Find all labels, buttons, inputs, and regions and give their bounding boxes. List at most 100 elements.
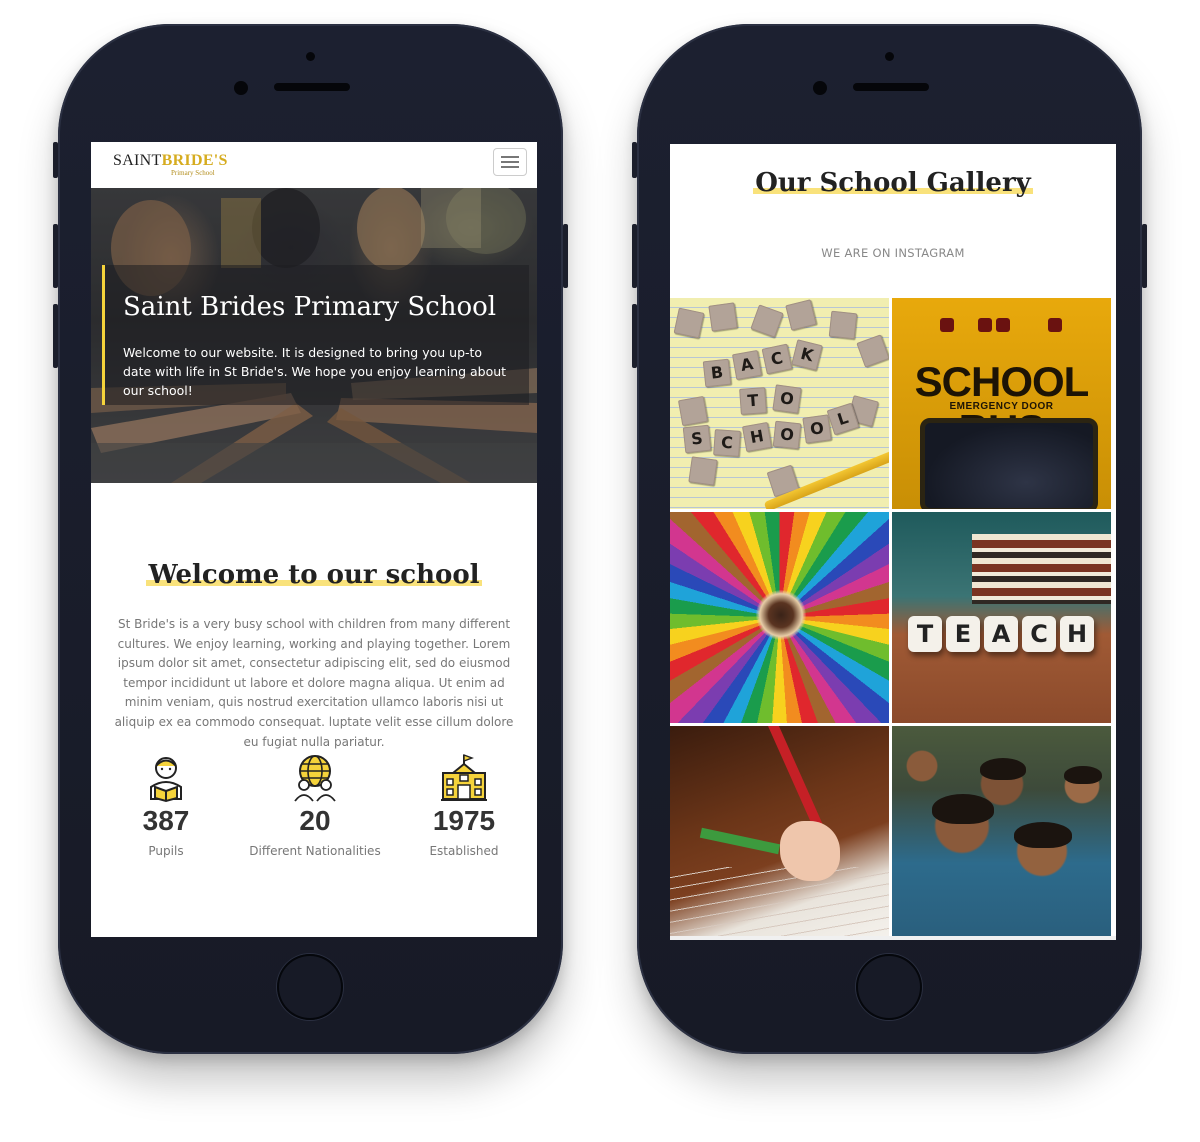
front-sensor bbox=[306, 52, 315, 61]
pencil-tips-center bbox=[756, 590, 806, 640]
hero-title: Saint Brides Primary School bbox=[123, 292, 497, 322]
stat-pupils: 387 Pupils bbox=[91, 753, 241, 858]
front-camera bbox=[234, 81, 248, 95]
scrabble-tile bbox=[677, 395, 709, 427]
scrabble-letter-tile: O bbox=[802, 414, 832, 444]
phone-mockup-left: SAINTBRIDE'S Primary School Saint Brides… bbox=[53, 24, 568, 1054]
front-sensor bbox=[885, 52, 894, 61]
scrabble-letter: C bbox=[720, 432, 734, 453]
stat-label: Different Nationalities bbox=[249, 844, 381, 858]
letter-die: A bbox=[984, 616, 1018, 652]
scrabble-letter-tile: O bbox=[772, 420, 802, 450]
scrabble-letter: K bbox=[798, 343, 816, 366]
logo-text-brides: BRIDE'S bbox=[161, 152, 228, 169]
child-hair bbox=[932, 794, 994, 824]
bus-light bbox=[1048, 318, 1062, 332]
child-hair bbox=[980, 758, 1026, 780]
stat-established: 1975 Established bbox=[389, 753, 537, 858]
logo-text-saint: SAINT bbox=[113, 152, 162, 169]
stat-value: 1975 bbox=[432, 805, 496, 836]
green-pencils bbox=[699, 827, 781, 855]
scrabble-letter: O bbox=[808, 418, 825, 439]
bus-emergency-text: EMERGENCY DOOR bbox=[949, 401, 1054, 412]
hamburger-icon-bar bbox=[501, 156, 519, 158]
scrabble-letter: O bbox=[779, 388, 796, 409]
hamburger-icon-bar bbox=[501, 161, 519, 163]
welcome-section: Welcome to our school St Bride's is a ve… bbox=[91, 483, 537, 937]
scrabble-letter-tile: C bbox=[761, 343, 793, 375]
earpiece-speaker bbox=[274, 83, 350, 91]
gallery-subtitle[interactable]: WE ARE ON INSTAGRAM bbox=[670, 246, 1116, 260]
scrabble-letter-tile: K bbox=[791, 339, 823, 371]
gallery-title: Our School Gallery bbox=[670, 168, 1116, 198]
school-building-icon bbox=[441, 753, 487, 801]
letter-die: H bbox=[1060, 616, 1094, 652]
scrabble-tile bbox=[785, 299, 817, 331]
scrabble-letter-tile: B bbox=[702, 358, 732, 388]
child-hand bbox=[780, 821, 840, 881]
volume-down-button bbox=[632, 304, 637, 368]
gallery-footer-strip bbox=[670, 936, 1116, 940]
scrabble-letter-tile: H bbox=[741, 421, 773, 453]
book-stack bbox=[972, 534, 1111, 604]
stat-label: Established bbox=[429, 844, 499, 858]
hamburger-icon-bar bbox=[501, 166, 519, 168]
letter-die: C bbox=[1022, 616, 1056, 652]
bus-light bbox=[978, 318, 992, 332]
mute-switch bbox=[632, 142, 637, 178]
scrabble-letter-tile: O bbox=[772, 384, 802, 414]
worksheet-paper bbox=[670, 867, 889, 937]
scrabble-letter: A bbox=[739, 354, 755, 375]
home-button bbox=[277, 954, 343, 1020]
bus-light bbox=[940, 318, 954, 332]
hero-text: Welcome to our website. It is designed t… bbox=[123, 345, 507, 398]
gallery-title-text: Our School Gallery bbox=[753, 168, 1033, 198]
screen-home: SAINTBRIDE'S Primary School Saint Brides… bbox=[91, 142, 537, 937]
scrabble-letter-tile: C bbox=[713, 429, 741, 457]
stat-value: 20 bbox=[299, 805, 331, 836]
logo-subtitle: Primary School bbox=[171, 169, 215, 177]
gallery-photo-school-bus[interactable]: SCHOOL BUS EMERGENCY DOOR bbox=[892, 298, 1111, 509]
scrabble-tile bbox=[750, 304, 784, 338]
scrabble-letter-tile: A bbox=[731, 349, 763, 381]
gallery-photo-child-writing[interactable] bbox=[670, 726, 889, 937]
scrabble-letter: S bbox=[690, 428, 704, 449]
scrabble-letter-tile: T bbox=[739, 387, 767, 415]
home-button bbox=[856, 954, 922, 1020]
hero-banner: Saint Brides Primary School Welcome to o… bbox=[91, 188, 537, 483]
navbar: SAINTBRIDE'S Primary School bbox=[91, 142, 537, 188]
scrabble-tile bbox=[856, 334, 889, 368]
gallery-photo-back-to-school[interactable]: B A C K T O S C H O O L bbox=[670, 298, 889, 509]
scrabble-tile bbox=[708, 302, 738, 332]
scrabble-letter: O bbox=[779, 424, 795, 445]
gallery-header: Our School Gallery WE ARE ON INSTAGRAM bbox=[670, 144, 1116, 298]
earpiece-speaker bbox=[853, 83, 929, 91]
bus-lights bbox=[940, 318, 1065, 334]
welcome-title-text: Welcome to our school bbox=[146, 560, 482, 590]
bus-light bbox=[996, 318, 1010, 332]
pupil-reading-icon bbox=[150, 757, 182, 803]
stat-label: Pupils bbox=[148, 844, 184, 858]
volume-up-button bbox=[632, 224, 637, 288]
bus-window bbox=[920, 418, 1098, 509]
gallery-photo-happy-children[interactable] bbox=[892, 726, 1111, 937]
school-logo[interactable]: SAINTBRIDE'S Primary School bbox=[113, 152, 228, 177]
power-button bbox=[1142, 224, 1147, 288]
scrabble-letter: H bbox=[748, 425, 766, 448]
mute-switch bbox=[53, 142, 58, 178]
globe-people-icon bbox=[294, 755, 336, 802]
front-camera bbox=[813, 81, 827, 95]
power-button bbox=[563, 224, 568, 288]
phone-mockup-right: Our School Gallery WE ARE ON INSTAGRAM B… bbox=[632, 24, 1147, 1054]
gallery-photo-colored-pencils[interactable] bbox=[670, 512, 889, 723]
scrabble-tile bbox=[673, 307, 705, 339]
gallery-photo-teach-dice[interactable]: T E A C H bbox=[892, 512, 1111, 723]
welcome-title: Welcome to our school bbox=[91, 560, 537, 590]
child-hair bbox=[1014, 822, 1072, 848]
screen-gallery: Our School Gallery WE ARE ON INSTAGRAM B… bbox=[670, 144, 1116, 940]
letter-die: T bbox=[908, 616, 942, 652]
letter-die: E bbox=[946, 616, 980, 652]
scrabble-letter: T bbox=[746, 390, 760, 411]
child-hair bbox=[1064, 766, 1102, 784]
menu-toggle-button[interactable] bbox=[493, 148, 527, 176]
